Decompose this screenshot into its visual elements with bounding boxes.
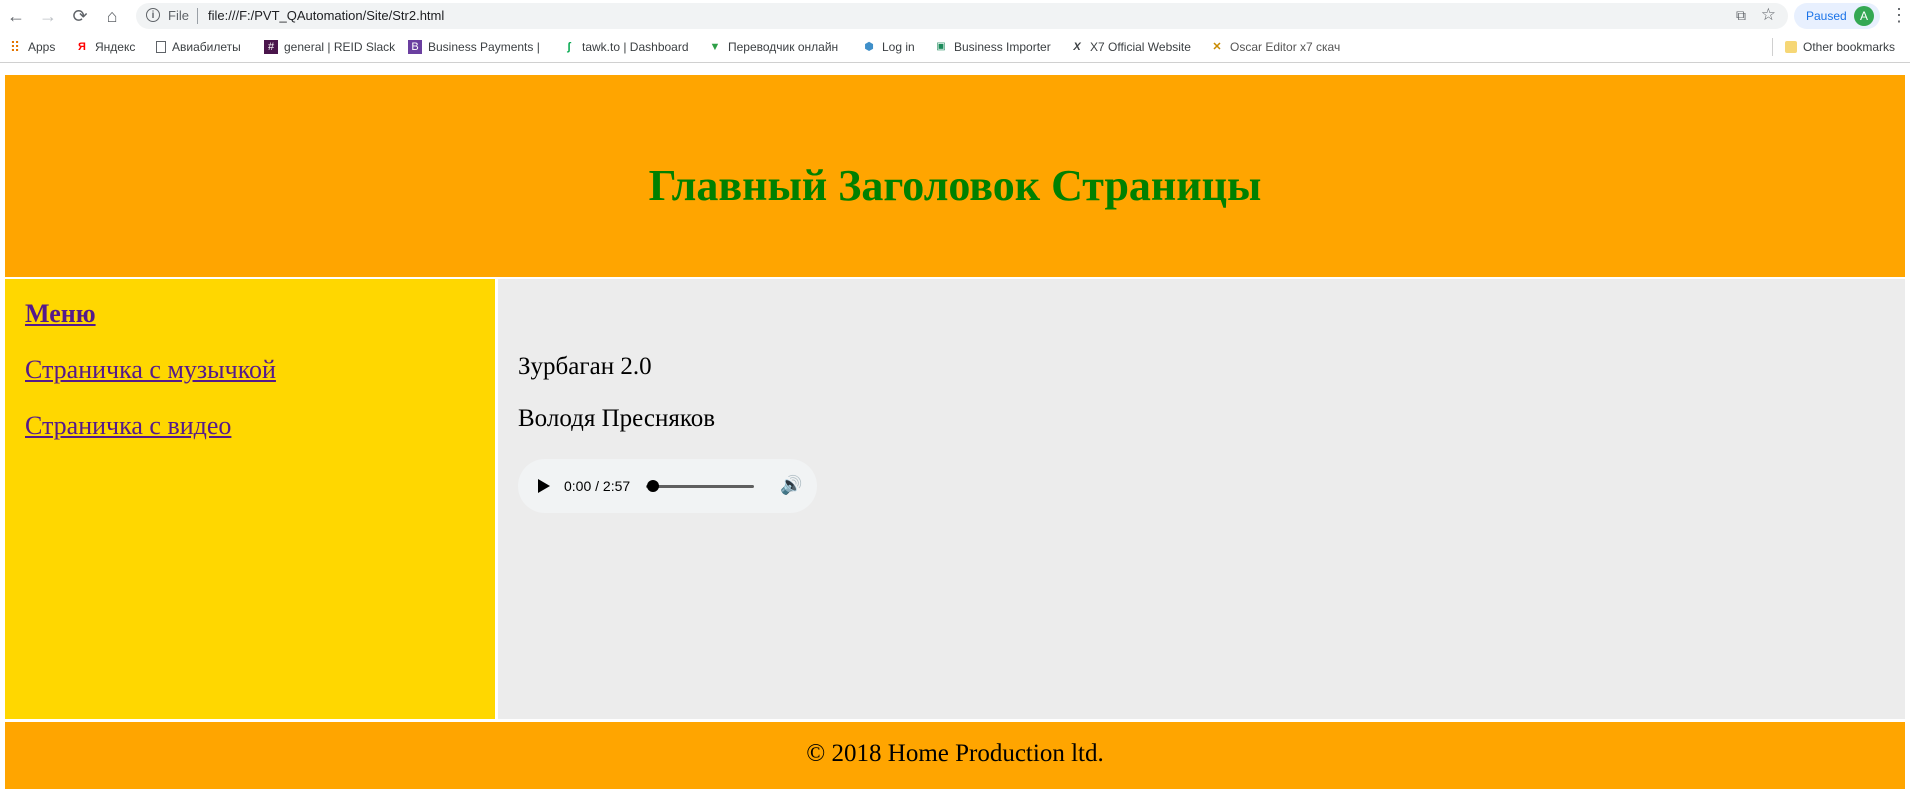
other-bookmarks-label: Other bookmarks [1803, 40, 1896, 54]
progress-bar[interactable] [646, 485, 754, 488]
browser-toolbar: ← → ⟳ ⌂ i File file:///F:/PVT_QAutomatio… [0, 0, 1910, 32]
url-text[interactable]: file:///F:/PVT_QAutomation/Site/Str2.htm… [208, 8, 444, 23]
profile-button[interactable]: Paused A [1794, 3, 1880, 29]
slack-hash-icon: # [264, 40, 278, 54]
bookmark-label: general | REID Slack [284, 40, 396, 54]
importer-icon: ▣ [936, 41, 946, 52]
x7-icon: X [1073, 41, 1081, 53]
page-footer: © 2018 Home Production ltd. [5, 722, 1905, 789]
seek-thumb[interactable] [647, 480, 659, 492]
page-header: Главный Заголовок Страницы [5, 75, 1905, 277]
folder-icon [1785, 41, 1797, 53]
avatar: A [1854, 6, 1874, 26]
volume-icon[interactable]: 🔊 [780, 475, 802, 496]
translator-icon: ▼ [709, 41, 721, 53]
menu-link-video[interactable]: Страничка с видео [25, 411, 231, 441]
oscar-icon: ✕ [1212, 41, 1222, 53]
playback-time: 0:00 / 2:57 [564, 478, 631, 494]
bookmark-label: Log in [882, 40, 915, 54]
bookmark-aviabilety[interactable]: Авиабилеты [156, 40, 241, 54]
page-icon [156, 41, 166, 53]
track-title: Зурбаган 2.0 [518, 353, 652, 380]
scheme-label: File [168, 8, 189, 23]
bookmarks-bar: ⠿ Apps Я Яндекс Авиабилеты # general | REID… [0, 32, 1910, 63]
info-icon[interactable]: i [146, 8, 160, 22]
sync-status-label: Paused [1806, 9, 1847, 23]
home-icon[interactable]: ⌂ [100, 4, 124, 28]
bookmark-label: Business Payments | [428, 40, 540, 54]
bookmark-business-payments[interactable]: B Business Payments | [408, 40, 540, 54]
main-content: Зурбаган 2.0 Володя Пресняков 0:00 / 2:5… [498, 279, 1905, 719]
audio-player[interactable]: 0:00 / 2:57 🔊 [518, 459, 817, 513]
web-page: Главный Заголовок Страницы Меню Страничк… [0, 63, 1910, 792]
bookmark-tawk[interactable]: ʃ tawk.to | Dashboard [562, 40, 689, 54]
bookmark-label: Apps [28, 40, 56, 54]
back-arrow-icon[interactable]: ← [4, 4, 28, 28]
omnibox-divider [197, 8, 198, 24]
bookmark-apps[interactable]: ⠿ Apps [8, 39, 56, 55]
bookmark-star-icon[interactable]: ☆ [1761, 5, 1776, 25]
bookmark-label: Переводчик онлайн [728, 40, 839, 54]
address-bar[interactable]: i File file:///F:/PVT_QAutomation/Site/S… [136, 3, 1788, 29]
bookmark-label: Яндекс [95, 40, 136, 54]
bookmark-slack[interactable]: # general | REID Slack [264, 40, 395, 54]
yandex-icon: Я [78, 41, 86, 53]
bookmark-oscar-editor[interactable]: ✕ Oscar Editor x7 скач [1210, 40, 1340, 54]
bookmark-business-importer[interactable]: ▣ Business Importer [934, 40, 1051, 54]
copyright-text: © 2018 Home Production ltd. [806, 740, 1104, 767]
translate-icon[interactable]: ⧉ [1736, 7, 1746, 24]
bookmarks-divider [1772, 38, 1773, 56]
bookmark-yandex[interactable]: Я Яндекс [75, 40, 135, 54]
bookmark-login[interactable]: ⬢ Log in [862, 40, 915, 54]
play-icon[interactable] [538, 479, 550, 493]
bookmark-x7[interactable]: X X7 Official Website [1070, 40, 1191, 54]
track-artist: Володя Пресняков [518, 405, 715, 432]
other-bookmarks[interactable]: Other bookmarks [1785, 40, 1895, 54]
bookmark-label: Oscar Editor x7 скач [1230, 40, 1341, 54]
bookmark-label: tawk.to | Dashboard [582, 40, 689, 54]
reload-icon[interactable]: ⟳ [68, 4, 92, 28]
bookmark-label: Business Importer [954, 40, 1051, 54]
browser-menu-icon[interactable]: ⋮ [1890, 6, 1908, 24]
business-icon: B [408, 40, 422, 54]
bookmark-translator[interactable]: ▼ Переводчик онлайн [708, 40, 839, 54]
apps-grid-icon: ⠿ [9, 39, 21, 55]
menu-title-link[interactable]: Меню [25, 299, 96, 329]
sidebar-menu: Меню Страничка с музычкой Страничка с ви… [5, 279, 495, 719]
bookmark-label: Авиабилеты [172, 40, 241, 54]
tawk-icon: ʃ [567, 41, 571, 53]
page-title: Главный Заголовок Страницы [648, 161, 1262, 210]
bookmark-label: X7 Official Website [1090, 40, 1191, 54]
forward-arrow-icon[interactable]: → [36, 4, 60, 28]
menu-link-music[interactable]: Страничка с музычкой [25, 355, 276, 385]
login-icon: ⬢ [864, 41, 874, 53]
